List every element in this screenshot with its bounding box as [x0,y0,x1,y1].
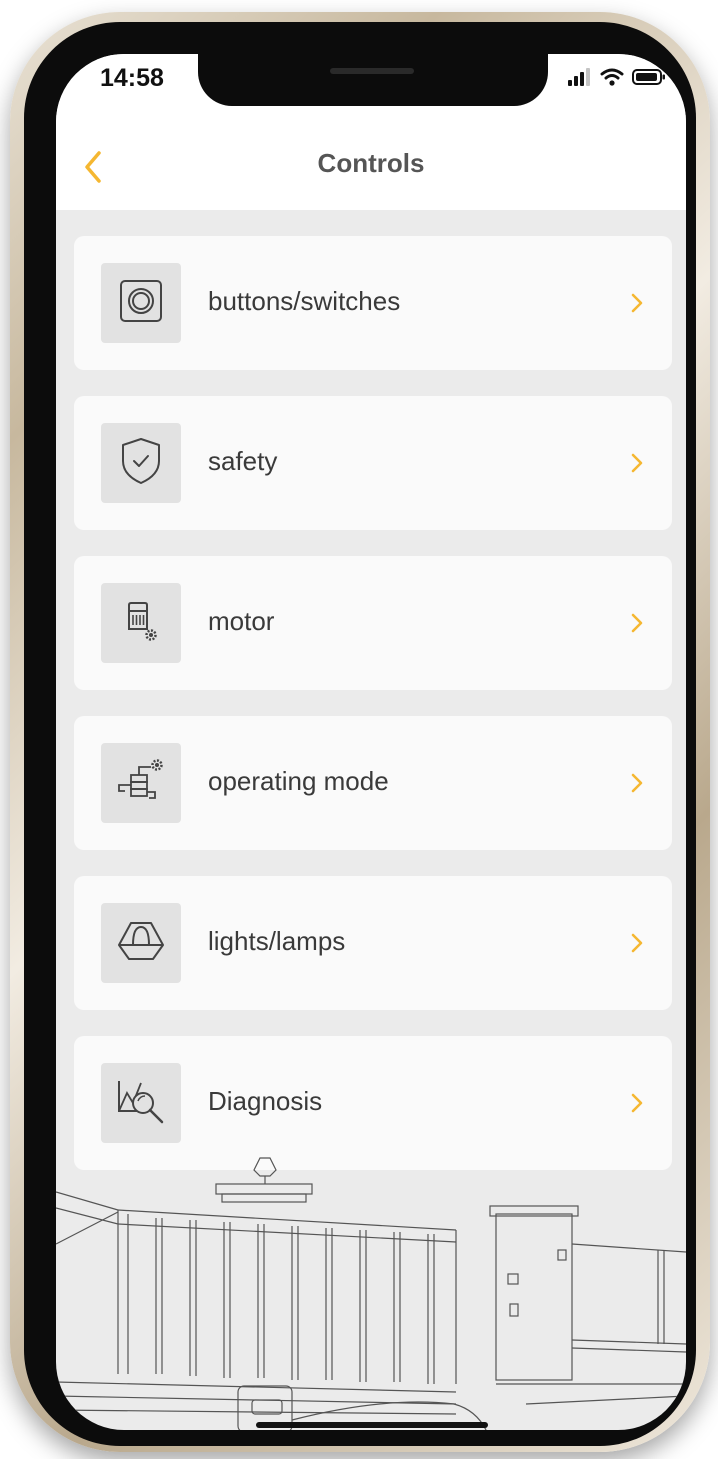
cellular-signal-icon [568,68,592,91]
menu-item-operating-mode[interactable]: operating mode [74,716,672,850]
chevron-right-icon [630,292,644,319]
warning-lamp-icon [113,915,169,972]
chevron-right-icon [630,932,644,959]
menu-item-motor[interactable]: motor [74,556,672,690]
menu-item-safety[interactable]: safety [74,396,672,530]
shield-check-icon [115,435,167,492]
status-icons [568,68,666,91]
menu-icon-box [101,903,181,983]
chevron-right-icon [630,612,644,639]
menu-icon-box [101,263,181,343]
menu-icon-box [101,1063,181,1143]
page-title: Controls [317,148,425,178]
button-switch-icon [115,275,167,332]
menu-item-lights-lamps[interactable]: lights/lamps [74,876,672,1010]
menu-item-label: buttons/switches [208,286,401,316]
menu-list: buttons/switches safety motor operating … [74,236,672,1196]
chevron-right-icon [630,452,644,479]
nav-bar: Controls [56,134,686,210]
chevron-right-icon [630,772,644,799]
speaker [330,68,414,74]
menu-item-buttons-switches[interactable]: buttons/switches [74,236,672,370]
menu-icon-box [101,743,181,823]
diagnosis-magnifier-icon [113,1075,169,1132]
menu-item-label: lights/lamps [208,926,346,956]
menu-item-label: safety [208,446,278,476]
battery-icon [632,68,666,91]
status-time: 14:58 [100,64,164,92]
motor-gear-icon [115,595,167,652]
menu-item-label: Diagnosis [208,1086,323,1116]
menu-item-label: operating mode [208,766,389,796]
menu-item-label: motor [208,606,275,636]
home-indicator[interactable] [256,1422,488,1428]
wifi-icon [600,68,624,91]
operating-mode-icon [113,755,169,812]
menu-icon-box [101,423,181,503]
notch [198,54,548,106]
menu-icon-box [101,583,181,663]
screen: 14:58 Controls buttons/switches safety m… [56,54,686,1430]
sliding-gate-illustration [56,1134,686,1430]
chevron-right-icon [630,1092,644,1119]
